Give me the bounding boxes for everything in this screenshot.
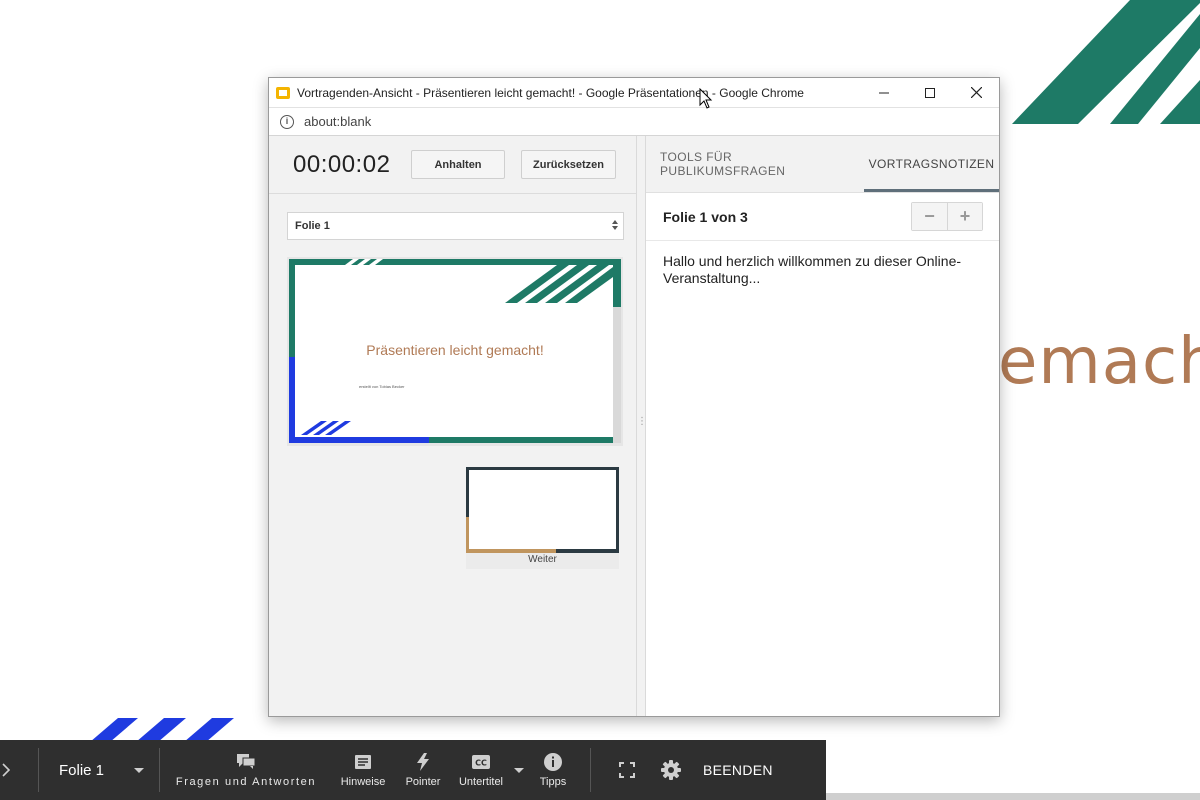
next-slide-preview[interactable]: Weiter	[466, 467, 619, 569]
slide-select-value: Folie 1	[295, 220, 330, 232]
closed-captions-icon: CC	[471, 752, 491, 772]
tab-speaker-notes[interactable]: VORTRAGSNOTIZEN	[864, 135, 999, 192]
slide-counter: Folie 1 von 3	[663, 208, 748, 225]
current-slide-preview: Präsentieren leicht gemacht! erstellt vo…	[287, 257, 623, 446]
toolbar-separator	[590, 748, 591, 792]
chevron-down-icon	[134, 767, 145, 773]
address-bar[interactable]: i about:blank	[269, 108, 999, 136]
next-slide-arrow-icon[interactable]	[0, 740, 38, 800]
minimize-icon[interactable]	[861, 78, 907, 108]
captions-button[interactable]: CC Untertitel	[452, 740, 510, 800]
window-titlebar[interactable]: Vortragenden-Ansicht - Präsentieren leic…	[269, 78, 999, 108]
tips-button[interactable]: Tipps	[528, 740, 578, 800]
gear-icon	[661, 760, 681, 780]
toolbar-slide-select[interactable]: Folie 1	[39, 740, 159, 800]
presentation-toolbar: Folie 1 Fragen und Antworten Hinweise Po…	[0, 740, 826, 800]
notes-icon	[354, 752, 372, 772]
timer-row: 00:00:02 Anhalten Zurücksetzen	[269, 136, 636, 194]
presentation-screen: emach Vortragenden-Ansicht - Präsentiere…	[0, 0, 1200, 800]
pause-button[interactable]: Anhalten	[411, 150, 505, 179]
laser-pointer-icon	[414, 752, 432, 772]
presenter-panes: 00:00:02 Anhalten Zurücksetzen Folie 1 P…	[269, 136, 999, 716]
tab-audience-questions[interactable]: TOOLS FÜR PUBLIKUMSFRAGEN	[646, 135, 864, 192]
decrease-font-button[interactable]: −	[912, 203, 947, 230]
info-circle-icon	[543, 752, 563, 772]
notes-tabs: TOOLS FÜR PUBLIKUMSFRAGEN VORTRAGSNOTIZE…	[646, 136, 999, 193]
hints-label: Hinweise	[340, 776, 386, 788]
elapsed-timer: 00:00:02	[293, 150, 391, 178]
address-text: about:blank	[304, 114, 372, 129]
tips-label: Tipps	[539, 776, 567, 788]
info-icon[interactable]: i	[280, 114, 294, 129]
slides-app-icon	[276, 86, 290, 99]
svg-text:CC: CC	[475, 759, 487, 768]
notes-pane: TOOLS FÜR PUBLIKUMSFRAGEN VORTRAGSNOTIZE…	[645, 136, 999, 716]
subtitles-label: Untertitel	[458, 776, 504, 788]
maximize-icon[interactable]	[907, 78, 953, 108]
presenter-view-window: Vortragenden-Ansicht - Präsentieren leic…	[268, 77, 1000, 717]
current-slide-title: Präsentieren leicht gemacht!	[366, 342, 544, 358]
settings-button[interactable]	[649, 740, 693, 800]
chevron-down-icon	[514, 767, 524, 773]
chat-icon	[236, 752, 256, 772]
slide-blue-stripes	[90, 718, 234, 742]
pane-resize-handle[interactable]: ⋮	[637, 416, 647, 427]
slide-green-stripes	[1012, 0, 1200, 124]
slides-pane: 00:00:02 Anhalten Zurücksetzen Folie 1 P…	[269, 136, 637, 716]
slide-select[interactable]: Folie 1	[287, 212, 624, 240]
toolbar-slide-label: Folie 1	[59, 761, 105, 779]
next-slide-label: Weiter	[528, 554, 557, 565]
qa-button[interactable]: Fragen und Antworten	[160, 740, 332, 800]
qa-label: Fragen und Antworten	[175, 776, 317, 788]
end-presentation-button[interactable]: BEENDEN	[693, 740, 787, 800]
background-slide-title: emach	[998, 325, 1200, 399]
speaker-notes-button[interactable]: Hinweise	[332, 740, 394, 800]
close-icon[interactable]	[953, 78, 999, 108]
reset-button[interactable]: Zurücksetzen	[521, 150, 616, 179]
increase-font-button[interactable]: +	[947, 203, 982, 230]
fullscreen-icon	[619, 762, 635, 778]
window-title: Vortragenden-Ansicht - Präsentieren leic…	[297, 85, 804, 100]
notes-header: Folie 1 von 3 − +	[646, 193, 999, 241]
current-slide-author: erstellt von Tobias Becker	[359, 384, 405, 389]
captions-dropdown[interactable]	[510, 767, 528, 773]
laser-pointer-button[interactable]: Pointer	[394, 740, 452, 800]
pointer-label: Pointer	[405, 776, 441, 788]
slide-bottom-bar	[826, 793, 1200, 800]
select-arrows-icon	[612, 220, 618, 230]
speaker-notes-text[interactable]: Hallo und herzlich willkommen zu dieser …	[646, 241, 999, 299]
font-size-controls: − +	[911, 202, 983, 231]
fullscreen-button[interactable]	[605, 740, 649, 800]
